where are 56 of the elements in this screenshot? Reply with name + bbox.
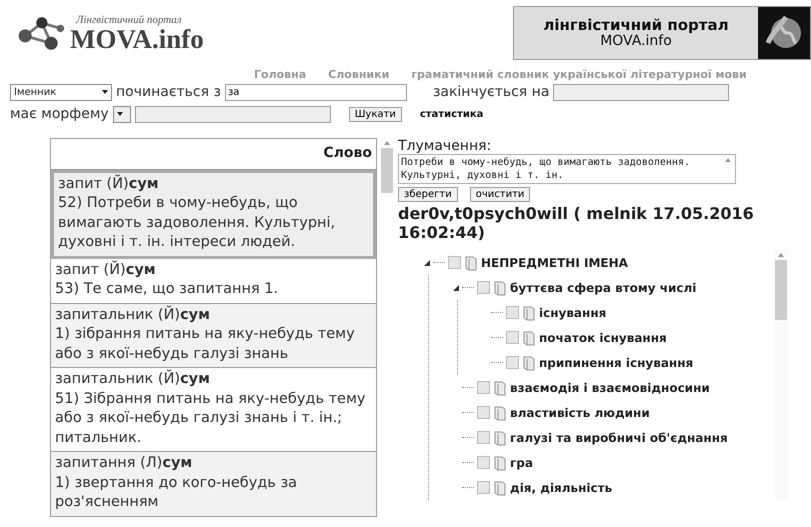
tree-item[interactable]: гра bbox=[510, 456, 533, 470]
book-icon bbox=[493, 380, 507, 396]
checkbox[interactable] bbox=[477, 281, 490, 294]
book-icon bbox=[493, 480, 507, 496]
starts-with-label: починається з bbox=[116, 84, 221, 100]
ends-with-label: закінчується на bbox=[432, 84, 550, 100]
checkbox[interactable] bbox=[477, 456, 490, 469]
morpheme-select[interactable] bbox=[112, 106, 131, 122]
checkbox[interactable] bbox=[477, 381, 490, 394]
author-info: der0v,t0psych0will ( melnik 17.05.2016 16:02:44) bbox=[398, 204, 755, 242]
checkbox[interactable] bbox=[448, 256, 461, 269]
book-icon bbox=[493, 430, 507, 446]
word-row[interactable]: запитання (Л)сум 1) звертання до кого-небудь за роз'ясненням bbox=[51, 452, 376, 516]
morpheme-label: має морфему bbox=[10, 106, 109, 122]
save-button[interactable]: зберегти bbox=[398, 187, 458, 202]
expand-toggle[interactable] bbox=[453, 284, 459, 290]
book-icon bbox=[493, 454, 507, 470]
book-icon bbox=[522, 330, 536, 346]
book-icon bbox=[493, 404, 507, 420]
statistics-link[interactable]: статистика bbox=[420, 108, 484, 120]
logo-subtitle: Лінгвістичний портал bbox=[76, 15, 183, 26]
checkbox[interactable] bbox=[477, 406, 490, 419]
book-icon bbox=[464, 254, 478, 270]
banner-subtitle: MOVA.info bbox=[600, 34, 672, 49]
checkbox[interactable] bbox=[506, 331, 519, 344]
tree-item[interactable]: взаємодія і взаємовідносини bbox=[510, 380, 710, 394]
checkbox[interactable] bbox=[477, 481, 490, 494]
expand-toggle[interactable] bbox=[424, 260, 430, 266]
search-button[interactable]: Шукати bbox=[348, 106, 402, 122]
checkbox[interactable] bbox=[506, 356, 519, 369]
clear-button[interactable]: очистити bbox=[470, 187, 530, 202]
definition-textarea[interactable]: Потреби в чому-небудь, що вимагають задоволення. Культурні, духовні і т. ін. bbox=[398, 154, 736, 184]
tree-item[interactable]: припинення існування bbox=[539, 356, 694, 370]
book-icon bbox=[522, 354, 536, 370]
banner[interactable]: лінгвістичний портал MOVA.info bbox=[513, 6, 811, 60]
tree-item[interactable]: дія, діяльність bbox=[510, 480, 612, 494]
word-row[interactable]: запитальник (Й)сум 1) зібрання питань на яку-небудь тему або з якої-небудь галузі знань bbox=[51, 304, 376, 368]
tree-item[interactable]: галузі та виробничі об'єднання bbox=[510, 430, 728, 444]
part-of-speech-select[interactable]: Іменник bbox=[10, 84, 112, 100]
tree-item[interactable]: буттєва сфера втому числі bbox=[510, 280, 696, 294]
starts-with-field[interactable]: за bbox=[224, 84, 407, 100]
tree-item[interactable]: початок існування bbox=[539, 330, 667, 344]
tree-item[interactable]: властивість людини bbox=[510, 406, 650, 420]
logo-title: MOVA.info bbox=[70, 26, 204, 53]
checkbox[interactable] bbox=[477, 431, 490, 444]
word-row[interactable]: запит (Й)сум 52) Потреби в чому-небудь, що вимагають задоволення. Культурні, духовні і т. ін. інтереси людей. bbox=[51, 170, 376, 258]
book-icon bbox=[493, 280, 507, 296]
ends-with-field[interactable] bbox=[553, 84, 730, 100]
banner-title: лінгвістичний портал bbox=[543, 17, 729, 34]
tree-item[interactable]: існування bbox=[539, 306, 606, 320]
tree-scrollbar[interactable] bbox=[774, 250, 788, 500]
book-icon bbox=[522, 304, 536, 320]
checkbox[interactable] bbox=[506, 306, 519, 319]
morpheme-field[interactable] bbox=[134, 106, 331, 122]
tree-item[interactable]: НЕПРЕДМЕТНІ ІМЕНА bbox=[481, 256, 628, 270]
definition-label: Тлумачення: bbox=[398, 138, 492, 154]
